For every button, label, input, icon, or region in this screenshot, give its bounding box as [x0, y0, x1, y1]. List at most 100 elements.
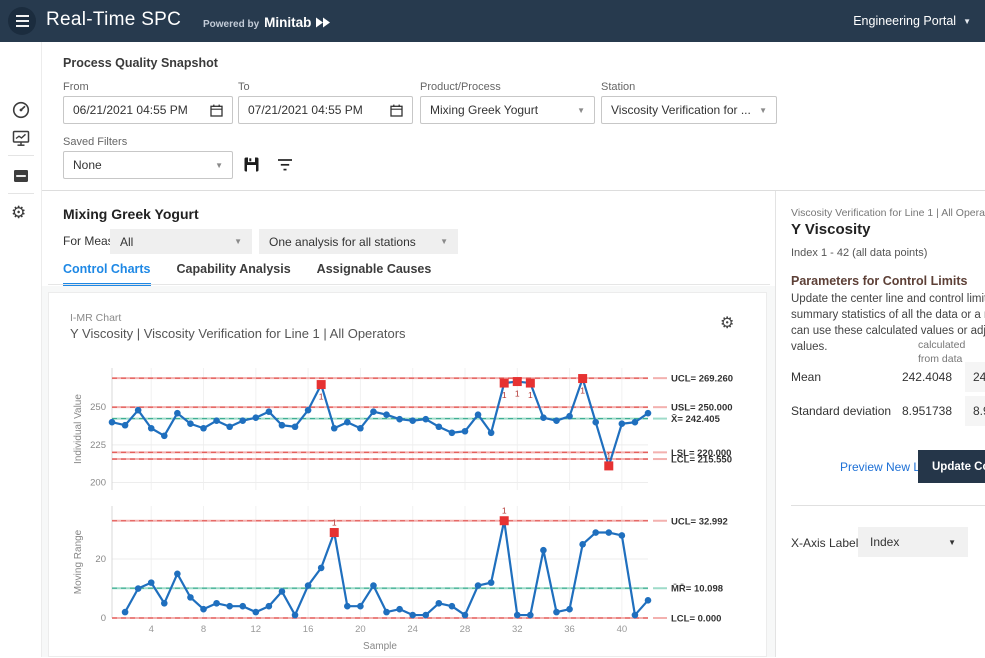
tab-bar: Control Charts Capability Analysis Assig…	[63, 262, 431, 286]
svg-text:1: 1	[502, 390, 507, 400]
sidebar-item-dashboard[interactable]	[11, 100, 31, 120]
left-sidebar: ⚙	[0, 42, 42, 657]
sidebar-item-settings[interactable]: ⚙	[11, 203, 31, 223]
svg-text:36: 36	[564, 624, 575, 635]
x-axis-value: Index	[870, 535, 948, 549]
calendar-icon	[390, 104, 403, 117]
svg-text:8: 8	[201, 624, 206, 635]
save-icon	[243, 156, 260, 173]
sidebar-divider	[8, 193, 34, 194]
chart-settings-gear-icon[interactable]: ⚙	[720, 316, 734, 332]
x-axis-label: X-Axis Label:	[791, 536, 862, 550]
svg-text:UCL= 32.992: UCL= 32.992	[671, 516, 728, 527]
svg-text:12: 12	[251, 624, 262, 635]
portal-selector[interactable]: Engineering Portal ▼	[853, 0, 971, 42]
chevron-down-icon: ▼	[948, 538, 956, 547]
svg-text:200: 200	[90, 477, 106, 488]
analysis-mode-dropdown[interactable]: One analysis for all stations ▼	[259, 229, 458, 254]
calculated-column-header: calculated from data	[918, 339, 965, 366]
filter-icon	[277, 158, 293, 172]
chevron-down-icon: ▼	[577, 106, 585, 115]
real-time-spc-app: { "icons": { "caret_down": "▼", "gear": …	[0, 0, 985, 657]
gear-icon: ⚙	[11, 203, 26, 222]
svg-text:Individual Value: Individual Value	[73, 394, 84, 464]
measure-dropdown[interactable]: All ▼	[110, 229, 252, 254]
saved-filters-dropdown[interactable]: None ▼	[63, 151, 233, 179]
from-label: From	[63, 81, 89, 93]
chevron-down-icon: ▼	[963, 17, 971, 26]
hamburger-menu-icon[interactable]	[8, 7, 36, 35]
svg-text:1: 1	[332, 518, 337, 528]
svg-text:M̄R̄= 10.098: M̄R̄= 10.098	[671, 584, 723, 595]
moving-range-chart: 481216202428323640020UCL= 32.992M̄R̄= 10…	[70, 498, 760, 658]
minitab-logo-icon	[316, 16, 331, 29]
chevron-down-icon: ▼	[234, 237, 242, 246]
filter-button[interactable]	[277, 158, 293, 172]
chevron-down-icon: ▼	[440, 237, 448, 246]
svg-text:UCL= 269.260: UCL= 269.260	[671, 374, 733, 385]
svg-text:4: 4	[149, 624, 154, 635]
from-date-value: 06/21/2021 04:55 PM	[73, 103, 210, 117]
from-date-input[interactable]: 06/21/2021 04:55 PM	[63, 96, 233, 124]
panel-subtitle: Viscosity Verification for Line 1 | All …	[791, 207, 985, 219]
process-title: Mixing Greek Yogurt	[63, 206, 199, 222]
product-label: Product/Process	[420, 81, 501, 93]
to-date-value: 07/21/2021 04:55 PM	[248, 103, 390, 117]
chart-subtitle: Y Viscosity | Viscosity Verification for…	[70, 326, 406, 341]
saved-filters-value: None	[73, 158, 209, 172]
svg-text:28: 28	[460, 624, 471, 635]
svg-text:40: 40	[617, 624, 628, 635]
brand-name: Minitab	[264, 15, 311, 30]
station-value: Viscosity Verification for ...	[611, 103, 753, 117]
panel-index-range: Index 1 - 42 (all data points)	[791, 247, 927, 259]
chevron-down-icon: ▼	[759, 106, 767, 115]
tabs-divider	[48, 284, 770, 285]
monitor-chart-icon	[11, 128, 31, 148]
station-label: Station	[601, 81, 635, 93]
station-dropdown[interactable]: Viscosity Verification for ... ▼	[601, 96, 777, 124]
sidebar-item-reports[interactable]	[11, 128, 31, 148]
to-label: To	[238, 81, 250, 93]
mean-input[interactable]: 242.4048	[965, 362, 985, 392]
tab-assignable-causes[interactable]: Assignable Causes	[317, 262, 432, 286]
svg-text:24: 24	[407, 624, 418, 635]
stddev-input[interactable]: 8.951738	[965, 396, 985, 426]
svg-text:1: 1	[502, 506, 507, 516]
app-title: Real-Time SPC	[46, 9, 181, 31]
chart-type-label: I-MR Chart	[70, 312, 121, 324]
individuals-chart: 200225250UCL= 269.260USL= 250.000X̄= 242…	[70, 362, 760, 502]
saved-filters-label: Saved Filters	[63, 136, 127, 148]
product-dropdown[interactable]: Mixing Greek Yogurt ▼	[420, 96, 595, 124]
gauge-icon	[11, 100, 31, 120]
product-value: Mixing Greek Yogurt	[430, 103, 571, 117]
tab-capability-analysis[interactable]: Capability Analysis	[177, 262, 291, 286]
sidebar-item-data-collection[interactable]	[11, 166, 31, 186]
svg-text:USL= 250.000: USL= 250.000	[671, 403, 733, 414]
section-divider	[42, 190, 985, 191]
svg-text:0: 0	[101, 613, 106, 624]
control-limits-section-title: Parameters for Control Limits	[791, 274, 967, 288]
right-panel-divider	[775, 191, 776, 657]
x-axis-dropdown[interactable]: Index ▼	[858, 527, 968, 557]
mean-calculated-value: 242.4048	[862, 370, 952, 384]
svg-text:32: 32	[512, 624, 523, 635]
update-control-limits-button[interactable]: Update Control Limits	[918, 450, 985, 483]
chevron-down-icon: ▼	[215, 161, 223, 170]
svg-text:20: 20	[355, 624, 366, 635]
powered-by: Powered by Minitab	[203, 14, 331, 30]
svg-text:250: 250	[90, 402, 106, 413]
svg-text:LCL= 215.550: LCL= 215.550	[671, 455, 732, 466]
svg-text:X̄= 242.405: X̄= 242.405	[671, 414, 721, 425]
svg-text:1: 1	[515, 389, 520, 399]
tab-control-charts[interactable]: Control Charts	[63, 262, 151, 286]
save-filter-button[interactable]	[243, 156, 260, 173]
panel-title: Y Viscosity	[791, 221, 871, 238]
svg-text:Moving Range: Moving Range	[73, 529, 84, 594]
to-date-input[interactable]: 07/21/2021 04:55 PM	[238, 96, 413, 124]
portal-label: Engineering Portal	[853, 14, 956, 28]
analysis-mode-value: One analysis for all stations	[269, 235, 434, 249]
calendar-icon	[210, 104, 223, 117]
page-title: Process Quality Snapshot	[63, 56, 218, 70]
mean-label: Mean	[791, 370, 821, 384]
panel-divider	[791, 505, 985, 506]
